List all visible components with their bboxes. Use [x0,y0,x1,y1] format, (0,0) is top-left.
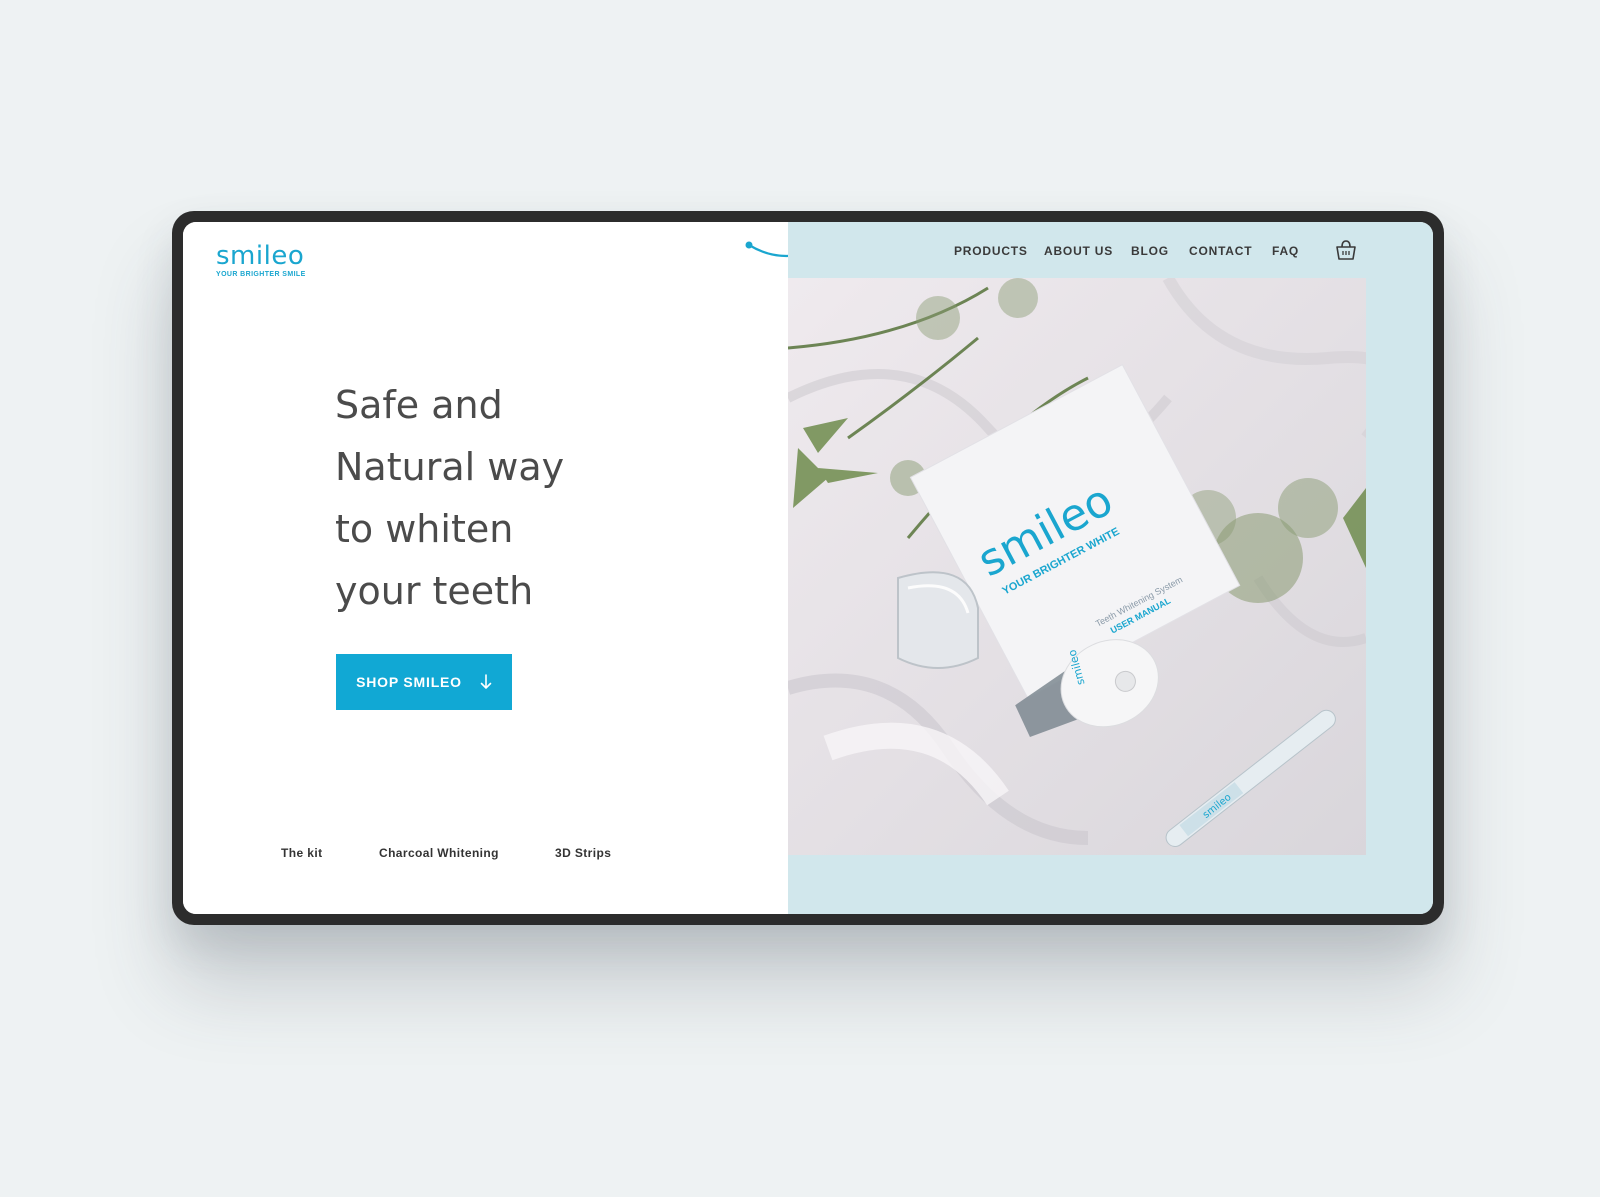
headline-text: way [475,445,565,489]
hero-headline: Safe and Natural way to whiten your teet… [335,374,564,622]
product-link-3d-strips[interactable]: 3D Strips [555,846,611,860]
arrow-down-icon [480,674,492,689]
product-hero-photo: smileo YOUR BRIGHTER WHITE Teeth Whiteni… [788,278,1366,855]
brand-logo[interactable]: smileo YOUR BRIGHTER SMILE [216,242,306,278]
laptop-frame: smileo YOUR BRIGHTER SMILE Safe and Natu… [172,211,1444,925]
main-navigation: PRODUCTS ABOUT US BLOG CONTACT FAQ [788,222,1433,278]
nav-item-products[interactable]: PRODUCTS [954,244,1028,258]
headline-line-1: Safe and [335,374,564,436]
headline-line-2: Natural way [335,436,564,498]
nav-item-about-us[interactable]: ABOUT US [1044,244,1113,258]
headline-text: and [419,383,503,427]
product-photo-illustration: smileo YOUR BRIGHTER WHITE Teeth Whiteni… [788,278,1366,855]
headline-line-3: to whiten [335,507,514,551]
headline-line-4: your teeth [335,569,534,613]
nav-item-contact[interactable]: CONTACT [1189,244,1252,258]
shopping-basket-icon[interactable] [1334,238,1358,262]
product-link-the-kit[interactable]: The kit [281,846,322,860]
hero-right-panel: PRODUCTS ABOUT US BLOG CONTACT FAQ smile… [788,222,1433,914]
hero-left-panel: smileo YOUR BRIGHTER SMILE Safe and Natu… [183,222,829,914]
shop-smileo-button[interactable]: SHOP SMILEO [336,654,512,710]
headline-word: Natural [335,445,476,489]
headline-word: Safe [335,383,420,427]
logo-wordmark: smileo [216,241,305,271]
nav-item-faq[interactable]: FAQ [1272,244,1299,258]
product-link-charcoal-whitening[interactable]: Charcoal Whitening [379,846,499,860]
logo-tagline: YOUR BRIGHTER SMILE [216,271,306,278]
headline-highlight-natural: Natural [335,436,476,498]
shop-button-label: SHOP SMILEO [356,674,462,690]
headline-highlight-safe: Safe [335,374,422,436]
nav-item-blog[interactable]: BLOG [1131,244,1169,258]
browser-viewport: smileo YOUR BRIGHTER SMILE Safe and Natu… [183,222,1433,914]
